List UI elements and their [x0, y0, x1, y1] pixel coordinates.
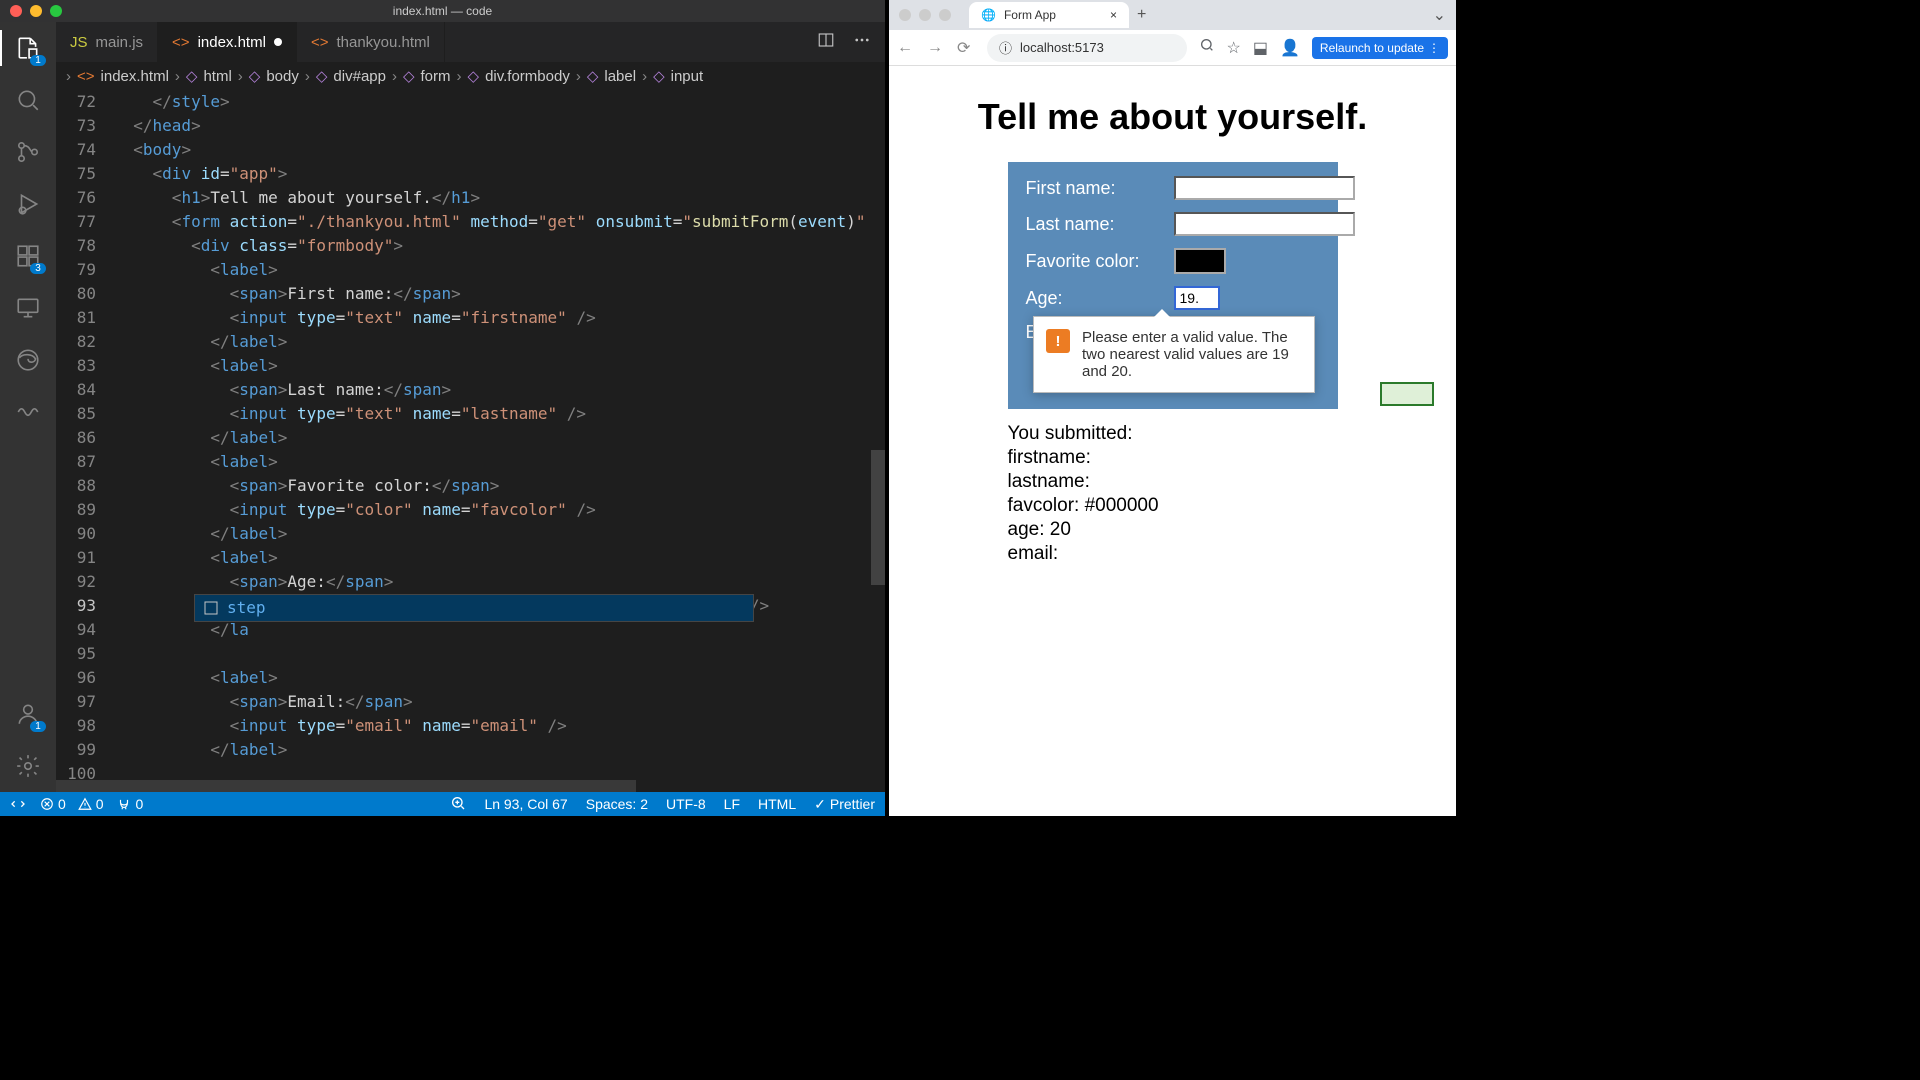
remote-explorer-icon[interactable] — [14, 294, 42, 322]
tab-label: index.html — [198, 34, 266, 51]
explorer-icon[interactable]: 1 — [14, 34, 42, 62]
output-firstname: firstname: — [1008, 447, 1338, 469]
url-bar[interactable]: ⓘ localhost:5173 — [987, 34, 1187, 62]
forward-icon[interactable]: → — [927, 39, 945, 57]
horizontal-scrollbar[interactable] — [56, 780, 636, 792]
output-email: email: — [1008, 543, 1338, 565]
cursor-position[interactable]: Ln 93, Col 67 — [484, 796, 567, 812]
tab-thankyou-html[interactable]: <>thankyou.html — [297, 22, 445, 62]
info-icon[interactable]: ⓘ — [999, 38, 1012, 57]
editor-tabs: JSmain.js <>index.html <>thankyou.html — [56, 22, 885, 62]
chevron-down-icon[interactable]: ⌄ — [1433, 5, 1446, 25]
zoom-icon[interactable] — [50, 5, 62, 17]
wave-icon[interactable] — [14, 398, 42, 426]
vertical-scrollbar[interactable] — [871, 450, 885, 585]
minimize-icon[interactable] — [919, 9, 931, 21]
tab-title: Form App — [1004, 8, 1056, 22]
encoding[interactable]: UTF-8 — [666, 796, 706, 812]
page-heading: Tell me about yourself. — [909, 96, 1436, 138]
code-content[interactable]: </style> </head> <body> <div id="app"> <… — [114, 90, 885, 792]
output-block: You submitted: firstname: lastname: favc… — [1008, 423, 1338, 565]
account-icon[interactable]: 1 — [14, 700, 42, 728]
validation-message: Please enter a valid value. The two near… — [1082, 329, 1302, 380]
install-icon[interactable]: ⬓ — [1253, 38, 1268, 58]
zoom-icon[interactable] — [939, 9, 951, 21]
color-input[interactable] — [1174, 248, 1226, 274]
edge-icon[interactable] — [14, 346, 42, 374]
split-editor-icon[interactable] — [817, 31, 835, 54]
minimize-icon[interactable] — [30, 5, 42, 17]
source-control-icon[interactable] — [14, 138, 42, 166]
tab-index-html[interactable]: <>index.html — [158, 22, 297, 62]
age-input[interactable] — [1174, 286, 1220, 310]
traffic-lights — [10, 5, 62, 17]
zoom-icon[interactable] — [1199, 37, 1215, 58]
close-icon[interactable] — [10, 5, 22, 17]
new-tab-icon[interactable]: + — [1137, 6, 1146, 24]
breadcrumb[interactable]: ›<>index.html ›◇html ›◇body ›◇div#app ›◇… — [56, 62, 885, 90]
page-content: Tell me about yourself. First name: Last… — [889, 66, 1456, 816]
close-icon[interactable] — [899, 9, 911, 21]
validation-tooltip: ! Please enter a valid value. The two ne… — [1033, 316, 1315, 393]
formatter[interactable]: ✓ Prettier — [814, 796, 875, 813]
run-debug-icon[interactable] — [14, 190, 42, 218]
browser-toolbar: ← → ⟳ ⓘ localhost:5173 ☆ ⬓ 👤 Relaunch to… — [889, 30, 1456, 66]
last-name-label: Last name: — [1026, 214, 1166, 235]
globe-icon: 🌐 — [981, 8, 996, 22]
output-age: age: 20 — [1008, 519, 1338, 541]
tab-label: main.js — [96, 34, 144, 51]
code-editor[interactable]: 7273747576777879808182838485868788899091… — [56, 90, 885, 792]
window-title: index.html — code — [393, 4, 492, 18]
dirty-dot-icon — [274, 38, 282, 46]
explorer-badge: 1 — [30, 55, 46, 66]
extensions-icon[interactable]: 3 — [14, 242, 42, 270]
remote-indicator[interactable] — [10, 796, 26, 812]
tab-close-icon[interactable]: × — [1110, 8, 1117, 22]
output-lastname: lastname: — [1008, 471, 1338, 493]
tab-main-js[interactable]: JSmain.js — [56, 22, 158, 62]
back-icon[interactable]: ← — [897, 39, 915, 57]
account-badge: 1 — [30, 721, 46, 732]
extensions-badge: 3 — [30, 263, 46, 274]
line-gutter: 7273747576777879808182838485868788899091… — [56, 90, 114, 792]
favcolor-label: Favorite color: — [1026, 251, 1166, 272]
first-name-label: First name: — [1026, 178, 1166, 199]
warning-icon: ! — [1046, 329, 1070, 353]
browser-titlebar: 🌐 Form App × + ⌄ — [889, 0, 1456, 30]
relaunch-button[interactable]: Relaunch to update ⋮ — [1312, 37, 1448, 59]
first-name-input[interactable] — [1174, 176, 1355, 200]
intellisense-suggest[interactable]: step — [194, 594, 754, 622]
status-bar: 0 0 0 Ln 93, Col 67 Spaces: 2 UTF-8 LF H… — [0, 792, 885, 816]
tab-label: thankyou.html — [336, 34, 429, 51]
age-label: Age: — [1026, 288, 1166, 309]
vscode-window: index.html — code 1 3 1 — [0, 0, 885, 816]
ports-indicator[interactable]: 0 — [117, 796, 143, 812]
profile-icon[interactable]: 👤 — [1280, 38, 1300, 58]
eol[interactable]: LF — [724, 796, 740, 812]
activity-bar: 1 3 1 — [0, 22, 56, 792]
browser-window: 🌐 Form App × + ⌄ ← → ⟳ ⓘ localhost:5173 … — [889, 0, 1456, 816]
output-header: You submitted: — [1008, 423, 1338, 445]
zoom-icon[interactable] — [450, 795, 466, 814]
search-icon[interactable] — [14, 86, 42, 114]
submit-button[interactable] — [1380, 382, 1434, 406]
problems-indicator[interactable]: 0 0 — [40, 796, 103, 812]
vscode-titlebar: index.html — code — [0, 0, 885, 22]
language-mode[interactable]: HTML — [758, 796, 796, 812]
browser-tab[interactable]: 🌐 Form App × — [969, 2, 1129, 28]
reload-icon[interactable]: ⟳ — [957, 38, 975, 58]
bookmark-icon[interactable]: ☆ — [1227, 38, 1241, 58]
settings-icon[interactable] — [14, 752, 42, 780]
output-favcolor: favcolor: #000000 — [1008, 495, 1338, 517]
suggest-item[interactable]: step — [227, 596, 266, 620]
indentation[interactable]: Spaces: 2 — [586, 796, 648, 812]
url-text: localhost:5173 — [1020, 40, 1104, 55]
more-actions-icon[interactable] — [853, 31, 871, 54]
last-name-input[interactable] — [1174, 212, 1355, 236]
